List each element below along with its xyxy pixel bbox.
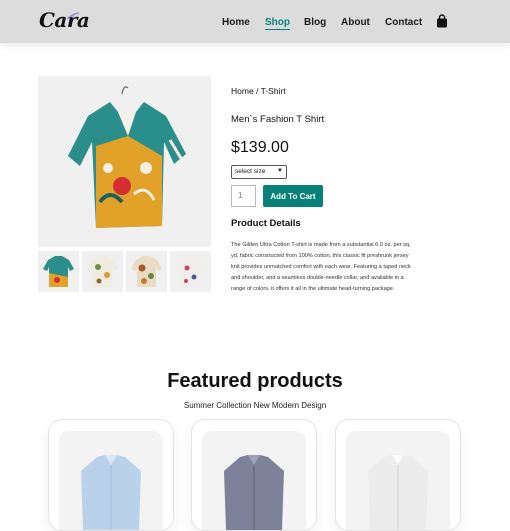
- product-card-1[interactable]: [48, 419, 174, 531]
- product-thumbnail-4[interactable]: [170, 251, 211, 292]
- size-select[interactable]: select size ▼: [231, 165, 287, 179]
- product-details-text: The Gilden Ultra Cotton T-shirt is made …: [231, 242, 411, 292]
- product-thumbnail-3[interactable]: [126, 251, 167, 292]
- product-main-image[interactable]: [38, 76, 211, 247]
- product-thumbnail-1[interactable]: [38, 251, 79, 292]
- site-header: Cara Home Shop Blog About Contact: [0, 0, 510, 43]
- product-card-image: [202, 431, 306, 530]
- size-select-value: select size: [235, 168, 266, 175]
- featured-heading: Featured products: [167, 370, 343, 392]
- product-card-image: [346, 431, 450, 530]
- product-price: $139.00: [231, 139, 289, 156]
- nav-contact[interactable]: Contact: [385, 17, 422, 28]
- brand-logo[interactable]: Cara: [39, 8, 90, 32]
- add-to-cart-button[interactable]: Add To Cart: [263, 185, 323, 207]
- product-title: Men`s Fashion T Shirt: [231, 114, 325, 125]
- nav-shop[interactable]: Shop: [265, 17, 290, 30]
- product-details-heading: Product Details: [231, 218, 301, 229]
- product-thumbnail-2[interactable]: [82, 251, 123, 292]
- logo-swoosh-icon: [66, 12, 80, 20]
- product-card-image: [59, 431, 163, 530]
- quantity-input[interactable]: 1: [231, 185, 256, 207]
- featured-subheading: Summer Collection New Modern Design: [183, 401, 327, 410]
- breadcrumb: Home / T-Shirt: [231, 86, 286, 96]
- nav-home[interactable]: Home: [222, 17, 250, 28]
- nav-blog[interactable]: Blog: [304, 17, 326, 28]
- nav-about[interactable]: About: [341, 17, 370, 28]
- shopping-bag-icon[interactable]: [436, 14, 448, 28]
- product-card-3[interactable]: [335, 419, 461, 531]
- chevron-down-icon: ▼: [277, 168, 283, 174]
- product-card-2[interactable]: [191, 419, 317, 531]
- shirt-illustration: [68, 86, 186, 228]
